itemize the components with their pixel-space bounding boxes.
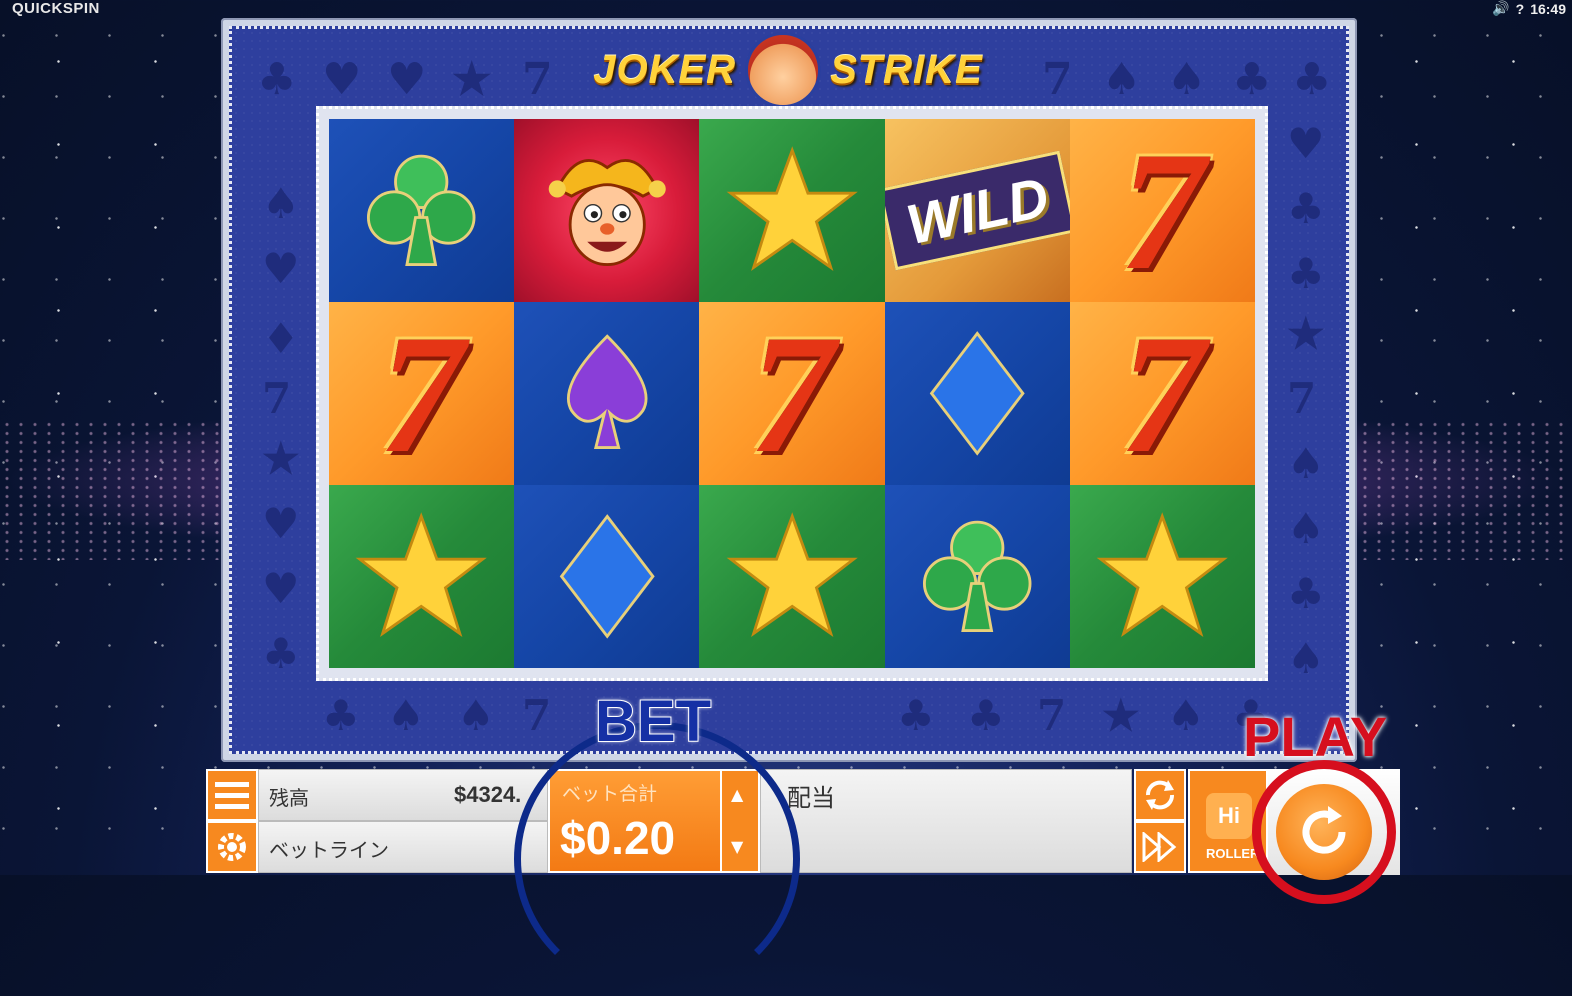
menu-button[interactable]	[206, 769, 258, 821]
play-title: PLAY	[1243, 705, 1388, 768]
joker-icon	[548, 159, 666, 267]
diamond-icon: ♦	[262, 314, 300, 363]
help-button[interactable]: ?	[1516, 1, 1525, 17]
logo-word-left: JOKER	[593, 47, 737, 92]
seven-icon: 7	[522, 691, 552, 740]
club-icon: ♣	[967, 691, 1005, 740]
symbol-star	[699, 119, 885, 302]
spade-icon: ♠	[1167, 54, 1207, 105]
spade-icon: ♠	[1287, 634, 1325, 683]
heart-icon: ♥	[262, 244, 300, 293]
symbol-seven: 7	[1069, 302, 1255, 485]
hi-roller-label: ROLLER	[1206, 846, 1260, 861]
bet-title: BET	[594, 688, 712, 755]
star-icon: ★	[1102, 691, 1140, 740]
brand-logo: QUICKSPIN	[12, 0, 100, 17]
spade-icon: ♠	[457, 691, 495, 740]
symbol-star	[1069, 485, 1255, 668]
spade-icon: ♠	[1287, 504, 1325, 553]
heart-icon: ♥	[1287, 119, 1325, 168]
spade-icon: ♠	[1167, 691, 1205, 740]
balance-panel: 残高 $4324.	[258, 769, 548, 821]
star-icon: ★	[262, 434, 300, 483]
club-icon: ♣	[262, 629, 300, 678]
club-icon: ♣	[1287, 249, 1325, 298]
symbol-diamond	[514, 485, 700, 668]
spade-icon: ♠	[1102, 54, 1142, 105]
star-icon: ★	[452, 54, 492, 105]
spade-icon	[566, 334, 648, 450]
seven-icon: 7	[1037, 691, 1067, 740]
symbol-diamond	[884, 302, 1070, 485]
betlines-panel: ベットライン	[258, 821, 548, 873]
seven-label: 7	[1119, 119, 1205, 302]
star-icon	[1096, 512, 1228, 638]
star-icon	[726, 146, 858, 272]
star-icon	[356, 512, 488, 638]
reel-grid: WILD 7 7 7 7	[329, 119, 1255, 668]
diamond-icon	[559, 514, 655, 639]
symbol-club	[329, 119, 515, 302]
seven-label: 7	[749, 302, 835, 485]
club-icon: ♣	[1287, 569, 1325, 618]
club-icon: ♣	[897, 691, 935, 740]
betlines-label: ベットライン	[269, 838, 389, 862]
heart-icon: ♥	[387, 54, 427, 105]
club-icon: ♣	[1292, 54, 1332, 105]
turbo-button[interactable]	[1134, 821, 1186, 873]
spade-icon: ♠	[262, 179, 300, 228]
seven-label: 7	[379, 302, 465, 485]
symbol-spade	[514, 302, 700, 485]
wild-label: WILD	[884, 150, 1070, 271]
fast-forward-icon	[1142, 832, 1177, 862]
star-icon: ★	[1287, 309, 1325, 358]
win-label: 配当	[787, 784, 835, 812]
spin-icon	[1302, 806, 1346, 854]
symbol-star	[699, 485, 885, 668]
club-icon: ♣	[257, 54, 297, 105]
play-button[interactable]	[1276, 784, 1372, 880]
autoplay-icon	[1145, 780, 1175, 810]
seven-icon: 7	[522, 54, 553, 105]
club-icon: ♣	[1232, 54, 1272, 105]
seven-icon: 7	[1042, 54, 1073, 105]
seven-icon: 7	[262, 374, 292, 423]
clock: 16:49	[1530, 0, 1566, 17]
joker-face-icon	[748, 35, 819, 105]
game-logo: JOKER STRIKE	[583, 35, 993, 105]
diamond-icon	[929, 331, 1025, 456]
balance-label: 残高	[269, 786, 309, 810]
heart-icon: ♥	[322, 54, 362, 105]
status-bar: 🔊 ? 16:49	[1492, 0, 1566, 17]
hi-roller-badge: Hi	[1206, 793, 1252, 839]
heart-icon: ♥	[262, 499, 300, 548]
gear-icon	[218, 833, 246, 861]
seven-label: 7	[1119, 302, 1205, 485]
spade-icon: ♠	[1287, 439, 1325, 488]
club-icon: ♣	[1287, 184, 1325, 233]
heart-icon: ♥	[262, 564, 300, 613]
seven-icon: 7	[1287, 374, 1317, 423]
speaker-icon[interactable]: 🔊	[1492, 0, 1509, 17]
settings-button[interactable]	[206, 821, 258, 873]
spade-icon: ♠	[387, 691, 425, 740]
reel-area: WILD 7 7 7 7	[316, 106, 1268, 681]
club-icon	[367, 154, 476, 267]
symbol-club	[884, 485, 1070, 668]
symbol-seven: 7	[1069, 119, 1255, 302]
balance-value: $4324.	[454, 782, 522, 807]
symbol-seven: 7	[699, 302, 885, 485]
logo-word-right: STRIKE	[830, 47, 983, 92]
bet-arc-sides	[514, 722, 800, 996]
symbol-joker	[514, 119, 700, 302]
symbol-star	[329, 485, 515, 668]
club-icon: ♣	[322, 691, 360, 740]
club-icon	[922, 520, 1032, 633]
symbol-seven: 7	[329, 302, 515, 485]
symbol-wild: WILD	[884, 119, 1070, 302]
star-icon	[726, 512, 858, 638]
menu-icon	[215, 782, 249, 809]
autoplay-button[interactable]	[1134, 769, 1186, 821]
win-panel: 配当	[760, 769, 1132, 873]
